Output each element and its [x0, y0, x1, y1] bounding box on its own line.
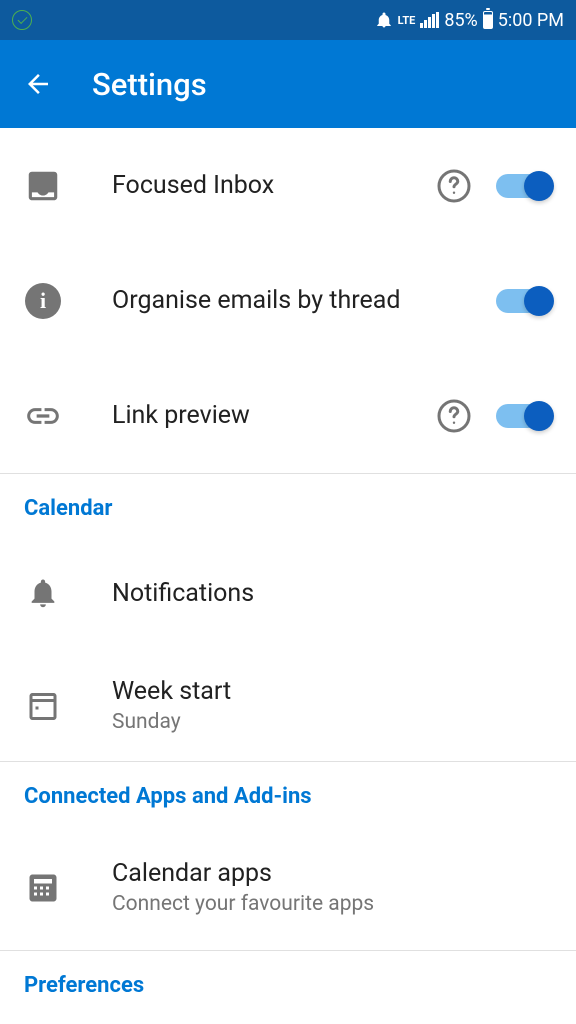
week-start-row[interactable]: Week start Sunday: [0, 649, 576, 761]
apps-grid-icon: [24, 869, 62, 907]
link-preview-toggle[interactable]: [496, 404, 552, 428]
focused-inbox-help[interactable]: [436, 168, 472, 204]
calendar-apps-row[interactable]: Calendar apps Connect your favourite app…: [0, 825, 576, 950]
week-start-label: Week start: [112, 677, 552, 706]
calendar-apps-label: Calendar apps: [112, 859, 552, 888]
organise-thread-row[interactable]: i Organise emails by thread: [0, 243, 576, 358]
organise-thread-label: Organise emails by thread: [112, 286, 496, 315]
info-icon: i: [24, 282, 62, 320]
link-preview-row[interactable]: Link preview: [0, 358, 576, 473]
focused-inbox-row[interactable]: Focused Inbox: [0, 128, 576, 243]
settings-content: Focused Inbox i Organise emails by threa…: [0, 128, 576, 1014]
calendar-icon: [24, 686, 62, 724]
help-icon: [436, 168, 472, 204]
lte-indicator: LTE: [398, 15, 416, 26]
page-title: Settings: [92, 66, 207, 103]
alarm-icon: [375, 11, 393, 29]
notifications-row[interactable]: Notifications: [0, 537, 576, 649]
bell-icon: [24, 574, 62, 612]
week-start-value: Sunday: [112, 710, 552, 734]
inbox-icon: [24, 167, 62, 205]
battery-icon: [483, 11, 493, 29]
help-icon: [436, 398, 472, 434]
link-preview-label: Link preview: [112, 401, 436, 430]
arrow-back-icon: [23, 69, 53, 99]
connected-apps-section-header: Connected Apps and Add-ins: [0, 762, 576, 825]
preferences-section-header: Preferences: [0, 951, 576, 1014]
check-circle-icon: [12, 10, 32, 30]
signal-icon: [420, 12, 439, 28]
status-right: LTE 85% 5:00 PM: [375, 10, 564, 31]
link-icon: [24, 397, 62, 435]
notifications-label: Notifications: [112, 579, 552, 608]
link-preview-help[interactable]: [436, 398, 472, 434]
calendar-section-header: Calendar: [0, 474, 576, 537]
back-button[interactable]: [20, 66, 56, 102]
clock-time: 5:00 PM: [498, 10, 564, 31]
status-left: [12, 10, 32, 30]
calendar-apps-sub: Connect your favourite apps: [112, 892, 552, 916]
app-bar: Settings: [0, 40, 576, 128]
focused-inbox-toggle[interactable]: [496, 174, 552, 198]
organise-thread-toggle[interactable]: [496, 289, 552, 313]
status-bar: LTE 85% 5:00 PM: [0, 0, 576, 40]
focused-inbox-label: Focused Inbox: [112, 171, 436, 200]
battery-percent: 85%: [444, 10, 477, 31]
